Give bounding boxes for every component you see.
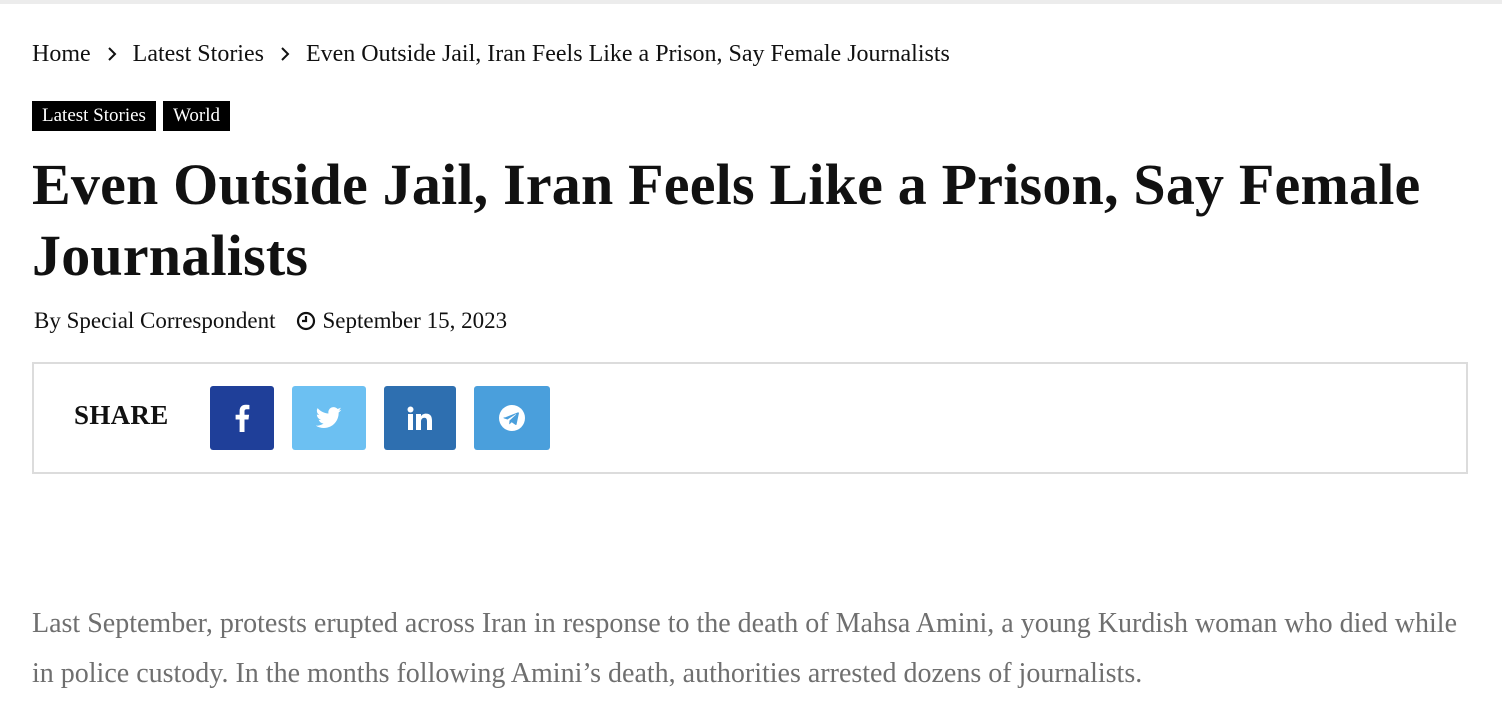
breadcrumb-current: Even Outside Jail, Iran Feels Like a Pri… [305, 40, 950, 67]
article-first-paragraph: Last September, protests erupted across … [32, 608, 1458, 689]
linkedin-icon [407, 406, 433, 430]
breadcrumb-home-link[interactable]: Home [32, 41, 91, 68]
breadcrumb-section-link[interactable]: Latest Stories [133, 41, 264, 68]
breadcrumb: Home Latest Stories Even Outside Jail, I… [32, 38, 950, 70]
twitter-icon [316, 407, 342, 429]
tag-world[interactable]: World [162, 101, 230, 131]
share-telegram-button[interactable] [474, 386, 550, 450]
top-divider [0, 0, 1502, 4]
chevron-right-icon [107, 46, 117, 62]
share-twitter-button[interactable] [292, 386, 366, 450]
share-facebook-button[interactable] [210, 386, 274, 450]
category-tags: Latest Stories World [32, 101, 230, 131]
share-label: SHARE [74, 400, 169, 430]
share-linkedin-button[interactable] [384, 386, 456, 450]
publish-date: September 15, 2023 [296, 308, 507, 334]
chevron-right-icon [280, 46, 290, 62]
clock-icon [296, 311, 316, 331]
article-title: Even Outside Jail, Iran Feels Like a Pri… [32, 152, 1421, 288]
telegram-icon [498, 404, 526, 432]
share-bar: SHARE [32, 362, 1468, 474]
byline[interactable]: By Special Correspondent [34, 308, 275, 334]
facebook-icon [234, 404, 250, 432]
date-text: September 15, 2023 [322, 308, 508, 333]
tag-latest-stories[interactable]: Latest Stories [32, 101, 156, 131]
article-meta: By Special Correspondent September 15, 2… [34, 308, 507, 334]
